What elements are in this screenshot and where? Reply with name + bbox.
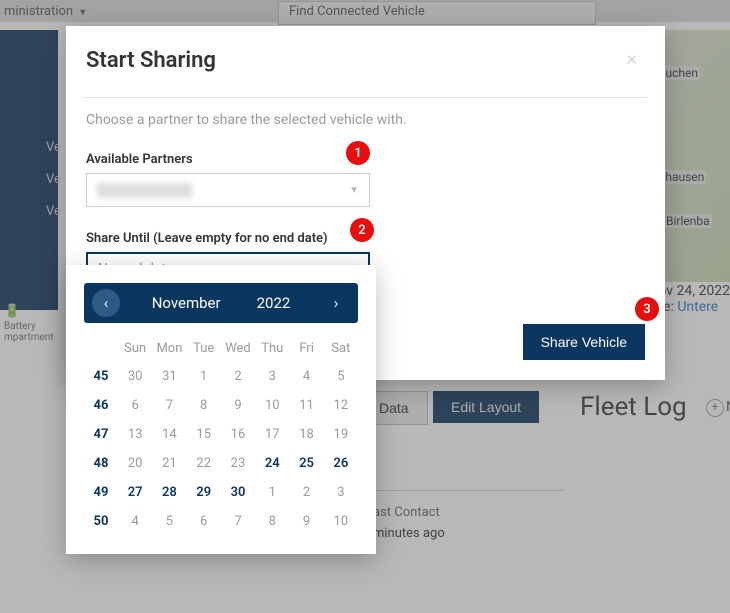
- datepicker-header: ‹ November 2022 ›: [84, 283, 358, 323]
- datepicker-day[interactable]: 21: [152, 449, 186, 478]
- datepicker-day[interactable]: 2: [221, 362, 255, 391]
- datepicker-week-number: 49: [84, 478, 118, 507]
- datepicker-week-number: 46: [84, 391, 118, 420]
- datepicker-day[interactable]: 27: [118, 478, 152, 507]
- datepicker-day[interactable]: 4: [289, 362, 323, 391]
- datepicker-day[interactable]: 14: [152, 420, 186, 449]
- datepicker-day[interactable]: 8: [255, 507, 289, 536]
- datepicker-day[interactable]: 22: [187, 449, 221, 478]
- datepicker-day[interactable]: 28: [152, 478, 186, 507]
- close-icon[interactable]: ×: [627, 48, 637, 68]
- datepicker: ‹ November 2022 › SunMonTueWedThuFriSat4…: [66, 265, 376, 554]
- datepicker-day[interactable]: 25: [289, 449, 323, 478]
- redacted-value: [97, 183, 192, 198]
- datepicker-day[interactable]: 7: [152, 391, 186, 420]
- datepicker-day[interactable]: 17: [255, 420, 289, 449]
- datepicker-dow: Tue: [187, 335, 221, 362]
- prev-month-button[interactable]: ‹: [92, 289, 120, 317]
- available-partners-select[interactable]: ▼: [86, 173, 370, 207]
- datepicker-week-number: 48: [84, 449, 118, 478]
- datepicker-day[interactable]: 3: [324, 478, 358, 507]
- datepicker-day[interactable]: 5: [152, 507, 186, 536]
- datepicker-day[interactable]: 5: [324, 362, 358, 391]
- datepicker-grid: SunMonTueWedThuFriSat4530311234546678910…: [84, 335, 358, 536]
- datepicker-dow: Mon: [152, 335, 186, 362]
- datepicker-dow: Sat: [324, 335, 358, 362]
- datepicker-day[interactable]: 1: [255, 478, 289, 507]
- datepicker-blank: [84, 335, 118, 362]
- datepicker-day[interactable]: 9: [289, 507, 323, 536]
- datepicker-day[interactable]: 7: [221, 507, 255, 536]
- datepicker-day[interactable]: 12: [324, 391, 358, 420]
- datepicker-day[interactable]: 31: [152, 362, 186, 391]
- datepicker-day[interactable]: 8: [187, 391, 221, 420]
- datepicker-day[interactable]: 16: [221, 420, 255, 449]
- datepicker-day[interactable]: 18: [289, 420, 323, 449]
- datepicker-day[interactable]: 1: [187, 362, 221, 391]
- datepicker-week-number: 50: [84, 507, 118, 536]
- datepicker-dow: Thu: [255, 335, 289, 362]
- datepicker-day[interactable]: 11: [289, 391, 323, 420]
- datepicker-day[interactable]: 13: [118, 420, 152, 449]
- datepicker-day[interactable]: 30: [221, 478, 255, 507]
- datepicker-week-number: 45: [84, 362, 118, 391]
- datepicker-month[interactable]: November: [152, 294, 221, 312]
- datepicker-dow: Sun: [118, 335, 152, 362]
- datepicker-day[interactable]: 26: [324, 449, 358, 478]
- datepicker-day[interactable]: 30: [118, 362, 152, 391]
- datepicker-day[interactable]: 19: [324, 420, 358, 449]
- datepicker-dow: Wed: [221, 335, 255, 362]
- annotation-marker-2: 2: [350, 218, 374, 242]
- datepicker-day[interactable]: 9: [221, 391, 255, 420]
- datepicker-day[interactable]: 20: [118, 449, 152, 478]
- datepicker-day[interactable]: 2: [289, 478, 323, 507]
- datepicker-dow: Fri: [289, 335, 323, 362]
- datepicker-day[interactable]: 23: [221, 449, 255, 478]
- datepicker-day[interactable]: 24: [255, 449, 289, 478]
- datepicker-day[interactable]: 15: [187, 420, 221, 449]
- datepicker-day[interactable]: 3: [255, 362, 289, 391]
- datepicker-day[interactable]: 4: [118, 507, 152, 536]
- datepicker-day[interactable]: 6: [118, 391, 152, 420]
- datepicker-day[interactable]: 29: [187, 478, 221, 507]
- datepicker-week-number: 47: [84, 420, 118, 449]
- annotation-marker-1: 1: [346, 141, 370, 165]
- datepicker-year[interactable]: 2022: [257, 294, 291, 312]
- datepicker-day[interactable]: 6: [187, 507, 221, 536]
- datepicker-day[interactable]: 10: [255, 391, 289, 420]
- chevron-down-icon: ▼: [349, 185, 359, 196]
- next-month-button[interactable]: ›: [322, 289, 350, 317]
- modal-title: Start Sharing: [86, 48, 216, 73]
- annotation-marker-3: 3: [635, 297, 659, 321]
- share-vehicle-button[interactable]: Share Vehicle: [523, 324, 645, 360]
- datepicker-day[interactable]: 10: [324, 507, 358, 536]
